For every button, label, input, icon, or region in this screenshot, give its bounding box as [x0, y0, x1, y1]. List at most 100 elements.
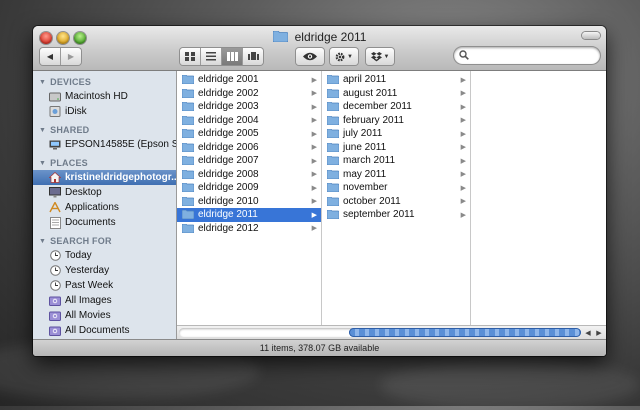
- sidebar-item-desktop[interactable]: Desktop: [33, 185, 176, 200]
- search-field[interactable]: [454, 47, 600, 65]
- chevron-down-icon: ▼: [347, 53, 353, 60]
- icon-view-button[interactable]: [180, 48, 201, 65]
- folder-icon: [272, 31, 288, 42]
- sidebar-section-shared[interactable]: ▼ SHARED: [33, 123, 176, 137]
- sidebar-item-today[interactable]: Today: [33, 248, 176, 263]
- sidebar-section-places[interactable]: ▼ PLACES: [33, 156, 176, 170]
- folder-icon: [182, 102, 194, 112]
- sidebar-item-idisk[interactable]: iDisk: [33, 104, 176, 119]
- idisk-icon: [49, 106, 61, 118]
- folder-row[interactable]: eldridge 2003 ▶: [177, 100, 321, 114]
- forward-button[interactable]: ▶: [61, 48, 81, 65]
- sidebar-item-yesterday[interactable]: Yesterday: [33, 263, 176, 278]
- smart-folder-icon: [49, 295, 61, 307]
- disclosure-triangle-icon[interactable]: ▼: [39, 79, 46, 86]
- action-menu-button[interactable]: ▼: [330, 48, 358, 65]
- finder-window: eldridge 2011 ◀ ▶ ▼ ▼ ▼ DEVICES Macintos…: [33, 26, 606, 356]
- folder-icon: [327, 142, 339, 152]
- folder-row[interactable]: eldridge 2008 ▶: [177, 168, 321, 182]
- folder-row[interactable]: eldridge 2011 ▶: [177, 208, 321, 222]
- sidebar-item-all-movies[interactable]: All Movies: [33, 308, 176, 323]
- folder-row[interactable]: eldridge 2006 ▶: [177, 141, 321, 155]
- quick-look-button[interactable]: [296, 48, 324, 65]
- search-icon: [459, 50, 469, 60]
- chevron-right-icon: ▶: [311, 157, 317, 165]
- clock-icon: [49, 280, 61, 292]
- folder-icon: [327, 169, 339, 179]
- disclosure-triangle-icon[interactable]: ▼: [39, 238, 46, 245]
- sidebar-section-devices[interactable]: ▼ DEVICES: [33, 75, 176, 89]
- chevron-right-icon: ▶: [311, 90, 317, 98]
- folder-row[interactable]: february 2011 ▶: [322, 114, 470, 128]
- sidebar-item-home[interactable]: kristineldridgephotogr...: [33, 170, 176, 185]
- scroll-right-arrow[interactable]: ▶: [593, 327, 605, 338]
- folder-row[interactable]: eldridge 2004 ▶: [177, 114, 321, 128]
- folder-name: eldridge 2002: [198, 87, 259, 99]
- gear-icon: [335, 52, 345, 61]
- folder-name: september 2011: [343, 209, 415, 221]
- folder-row[interactable]: september 2011 ▶: [322, 208, 470, 222]
- folder-name: august 2011: [343, 87, 398, 99]
- folder-name: may 2011: [343, 168, 387, 180]
- folder-row[interactable]: eldridge 2012 ▶: [177, 222, 321, 236]
- browser-column-2[interactable]: april 2011 ▶ august 2011 ▶ december 2011 ▶ feb…: [322, 71, 471, 339]
- browser-column-3[interactable]: [471, 71, 606, 339]
- folder-row[interactable]: november ▶: [322, 181, 470, 195]
- dropbox-icon: [370, 51, 382, 61]
- sidebar-section-search-for[interactable]: ▼ SEARCH FOR: [33, 234, 176, 248]
- folder-row[interactable]: eldridge 2009 ▶: [177, 181, 321, 195]
- scrollbar-thumb[interactable]: [349, 328, 581, 337]
- folder-row[interactable]: july 2011 ▶: [322, 127, 470, 141]
- chevron-right-icon: ▶: [311, 76, 317, 84]
- browser-column-1[interactable]: eldridge 2001 ▶ eldridge 2002 ▶ eldridge 200…: [177, 71, 322, 339]
- folder-row[interactable]: may 2011 ▶: [322, 168, 470, 182]
- folder-row[interactable]: august 2011 ▶: [322, 87, 470, 101]
- printer-icon: [49, 139, 61, 151]
- sidebar-item-epson-printer[interactable]: EPSON14585E (Epson Sty...: [33, 137, 176, 152]
- folder-row[interactable]: june 2011 ▶: [322, 141, 470, 155]
- horizontal-scrollbar[interactable]: ◀ ▶: [177, 325, 606, 340]
- folder-name: december 2011: [343, 101, 412, 113]
- folder-row[interactable]: december 2011 ▶: [322, 100, 470, 114]
- coverflow-view-icon: [247, 52, 259, 60]
- chevron-right-icon: ▶: [460, 76, 466, 84]
- folder-name: eldridge 2008: [198, 168, 259, 180]
- folder-row[interactable]: eldridge 2010 ▶: [177, 195, 321, 209]
- icon-view-icon: [185, 52, 195, 61]
- toolbar-toggle-button[interactable]: [582, 32, 600, 39]
- sidebar-item-all-images[interactable]: All Images: [33, 293, 176, 308]
- sidebar-item-applications[interactable]: Applications: [33, 200, 176, 215]
- folder-row[interactable]: eldridge 2007 ▶: [177, 154, 321, 168]
- eye-icon: [303, 52, 317, 61]
- dropbox-menu-button[interactable]: ▼: [366, 48, 394, 65]
- folder-icon: [182, 115, 194, 125]
- sidebar: ▼ DEVICES Macintosh HD iDisk ▼ SHARED EPSO…: [33, 71, 177, 339]
- back-button[interactable]: ◀: [40, 48, 61, 65]
- folder-row[interactable]: october 2011 ▶: [322, 195, 470, 209]
- folder-name: eldridge 2010: [198, 195, 259, 207]
- disclosure-triangle-icon[interactable]: ▼: [39, 160, 46, 167]
- list-view-button[interactable]: [201, 48, 222, 65]
- sidebar-item-documents[interactable]: Documents: [33, 215, 176, 230]
- folder-icon: [182, 156, 194, 166]
- folder-row[interactable]: march 2011 ▶: [322, 154, 470, 168]
- folder-row[interactable]: eldridge 2001 ▶: [177, 73, 321, 87]
- column-view-button[interactable]: [222, 48, 243, 65]
- folder-row[interactable]: eldridge 2005 ▶: [177, 127, 321, 141]
- folder-row[interactable]: april 2011 ▶: [322, 73, 470, 87]
- sidebar-item-past-week[interactable]: Past Week: [33, 278, 176, 293]
- coverflow-view-button[interactable]: [243, 48, 263, 65]
- title-bar[interactable]: eldridge 2011 ◀ ▶ ▼ ▼: [33, 26, 606, 71]
- folder-icon: [327, 129, 339, 139]
- home-icon: [49, 172, 61, 184]
- folder-row[interactable]: eldridge 2002 ▶: [177, 87, 321, 101]
- folder-icon: [182, 129, 194, 139]
- sidebar-item-macintosh-hd[interactable]: Macintosh HD: [33, 89, 176, 104]
- folder-name: eldridge 2005: [198, 128, 259, 140]
- status-bar: 11 items, 378.07 GB available: [33, 339, 606, 356]
- desktop-icon: [49, 187, 61, 199]
- sidebar-item-all-documents[interactable]: All Documents: [33, 323, 176, 338]
- chevron-right-icon: ▶: [311, 225, 317, 233]
- disclosure-triangle-icon[interactable]: ▼: [39, 127, 46, 134]
- search-input[interactable]: [472, 48, 596, 65]
